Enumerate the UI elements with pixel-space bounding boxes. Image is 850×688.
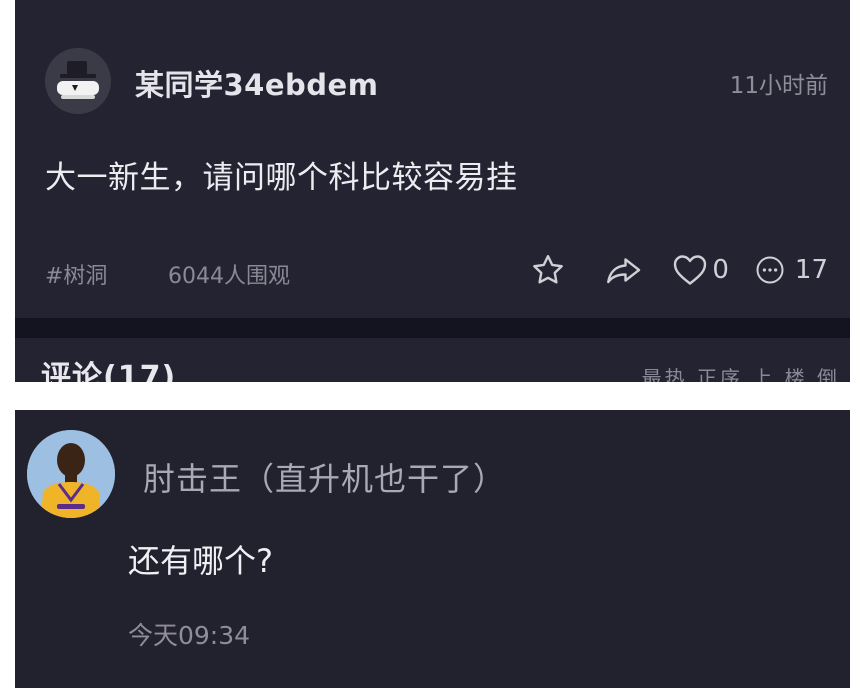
post-card: 某同学34ebdem 11小时前 大一新生，请问哪个科比较容易挂 #树洞 604… <box>15 0 850 382</box>
comment-card: 肘击王（直升机也干了） 还有哪个? 今天09:34 <box>15 410 850 688</box>
comment-bubble-icon <box>756 256 784 284</box>
like-button[interactable]: 0 <box>672 253 729 287</box>
post-content: 大一新生，请问哪个科比较容易挂 <box>45 160 518 196</box>
heart-icon <box>674 255 707 285</box>
comment-content: 还有哪个? <box>128 542 273 580</box>
player-avatar-icon[interactable] <box>27 430 115 518</box>
favorite-button[interactable] <box>530 252 566 288</box>
comments-header: 评论(17) <box>41 360 177 382</box>
post-tag[interactable]: #树洞 <box>45 258 107 290</box>
comment-timestamp: 今天09:34 <box>128 621 251 650</box>
post-username[interactable]: 某同学34ebdem <box>135 62 378 104</box>
share-button[interactable] <box>604 252 644 288</box>
anonymous-avatar-icon[interactable] <box>45 48 111 114</box>
post-actions: 0 17 <box>530 250 828 290</box>
comment-count: 17 <box>794 255 828 285</box>
comment-sort-options[interactable]: 最热 正序 上 楼 倒 <box>642 362 840 382</box>
share-arrow-icon <box>607 258 641 284</box>
comment-author[interactable]: 肘击王（直升机也干了） <box>143 454 506 500</box>
view-count: 6044人围观 <box>168 264 290 289</box>
comment-button[interactable]: 17 <box>755 255 828 285</box>
star-icon <box>533 255 564 284</box>
like-count: 0 <box>712 255 729 285</box>
section-divider <box>15 318 850 338</box>
post-timestamp: 11小时前 <box>729 73 828 99</box>
screenshot-frame: 某同学34ebdem 11小时前 大一新生，请问哪个科比较容易挂 #树洞 604… <box>0 0 850 688</box>
